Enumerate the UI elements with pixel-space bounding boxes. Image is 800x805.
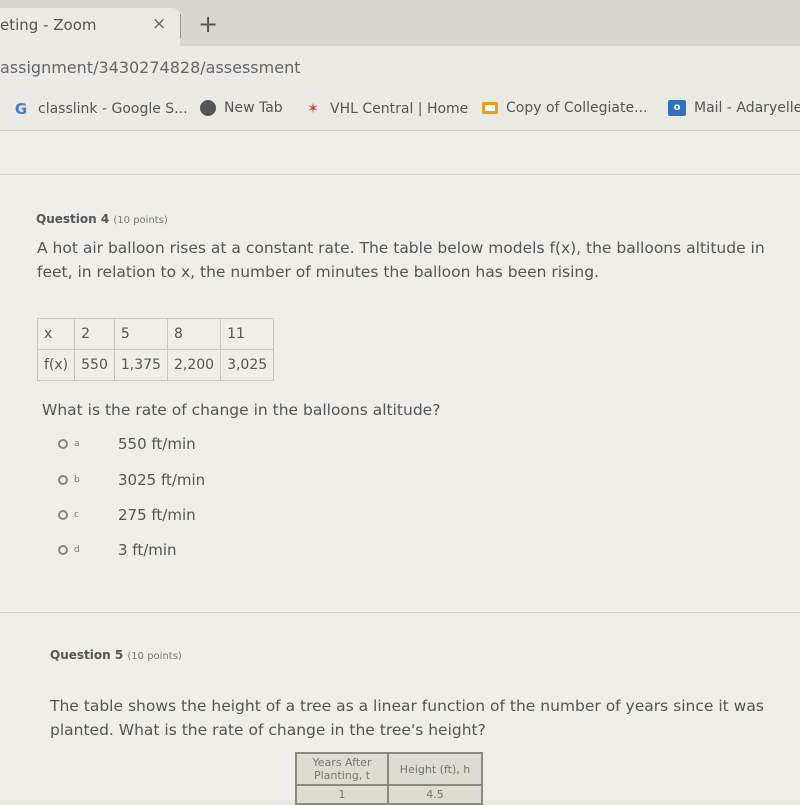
table-row: 1 4.5 (295, 784, 483, 805)
table-header-row: Years After Planting, t Height (ft), h (295, 752, 483, 786)
google-icon: G (14, 100, 28, 118)
bookmark-label: VHL Central | Home (330, 101, 469, 117)
table-cell: 4.5 (387, 784, 483, 805)
option-letter: d (74, 545, 80, 555)
option-label[interactable]: 550 ft/min (118, 435, 196, 453)
bookmark-classlink[interactable]: G classlink - Google S... (12, 100, 188, 118)
function-table: x 2 5 8 11 f(x) 550 1,375 2,200 3,025 (36, 318, 275, 381)
tab-title[interactable]: eting - Zoom (0, 16, 97, 34)
vhl-icon: ✶ (307, 101, 319, 117)
table-cell: 2,200 (166, 349, 222, 381)
table-cell: 11 (220, 318, 275, 350)
bookmark-copy-of-collegiate[interactable]: Copy of Collegiate... (482, 100, 647, 116)
bookmark-label: Mail - Adaryelle (694, 100, 800, 116)
slides-icon (482, 102, 498, 114)
table-cell: 2 (74, 318, 115, 350)
option-letter: a (74, 439, 80, 449)
option-letter: c (74, 510, 79, 520)
bookmark-label: New Tab (224, 100, 283, 116)
new-tab-button[interactable]: + (198, 10, 218, 38)
answer-option-a[interactable]: a 550 ft/min (58, 435, 196, 453)
close-tab-icon[interactable]: × (152, 14, 166, 34)
question-5-text: The table shows the height of a tree as … (50, 697, 764, 739)
bookmark-new-tab[interactable]: New Tab (200, 100, 283, 116)
option-label[interactable]: 3 ft/min (118, 541, 177, 559)
bookmark-mail[interactable]: o Mail - Adaryelle (668, 100, 800, 116)
bookmark-label: classlink - Google S... (38, 101, 188, 117)
table-header-cell: Years After Planting, t (295, 752, 389, 786)
tab-separator (180, 14, 181, 38)
table-cell: 550 (74, 349, 115, 381)
question-points: (10 points) (113, 215, 168, 226)
answer-option-c[interactable]: c 275 ft/min (58, 506, 196, 524)
table-row: f(x) 550 1,375 2,200 3,025 (36, 349, 275, 381)
option-label[interactable]: 275 ft/min (118, 506, 196, 524)
globe-icon (200, 100, 216, 116)
table-cell: x (36, 318, 76, 350)
table-row: x 2 5 8 11 (36, 318, 275, 350)
option-label[interactable]: 3025 ft/min (118, 471, 205, 489)
question-4-prompt: What is the rate of change in the balloo… (42, 401, 441, 419)
option-letter: b (74, 475, 80, 485)
radio-button[interactable] (58, 545, 68, 555)
radio-button[interactable] (58, 510, 68, 520)
question-5-header: Question 5 (10 points) (50, 648, 182, 662)
table-cell: 5 (113, 318, 168, 350)
answer-option-d[interactable]: d 3 ft/min (58, 541, 177, 559)
table-cell: 1,375 (113, 349, 168, 381)
tab-strip: eting - Zoom × + (0, 0, 800, 46)
table-cell: 3,025 (220, 349, 275, 381)
table-cell: 1 (295, 784, 389, 805)
question-title: Question 4 (36, 212, 110, 226)
tree-height-table: Years After Planting, t Height (ft), h 1… (295, 752, 483, 805)
bookmark-label: Copy of Collegiate... (506, 100, 648, 116)
table-header-cell: Height (ft), h (387, 752, 483, 786)
answer-option-b[interactable]: b 3025 ft/min (58, 471, 205, 489)
url-field[interactable]: assignment/3430274828/assessment (0, 58, 300, 77)
divider (0, 612, 800, 613)
table-cell: f(x) (36, 349, 76, 381)
outlook-icon: o (668, 100, 686, 116)
radio-button[interactable] (58, 439, 68, 449)
question-4-text: A hot air balloon rises at a constant ra… (37, 239, 765, 281)
question-title: Question 5 (50, 648, 124, 662)
table-cell: 8 (166, 318, 222, 350)
question-4-header: Question 4 (10 points) (36, 212, 168, 226)
radio-button[interactable] (58, 475, 68, 485)
divider (0, 174, 800, 175)
bookmark-vhl[interactable]: ✶ VHL Central | Home (304, 100, 468, 118)
question-points: (10 points) (127, 651, 182, 662)
